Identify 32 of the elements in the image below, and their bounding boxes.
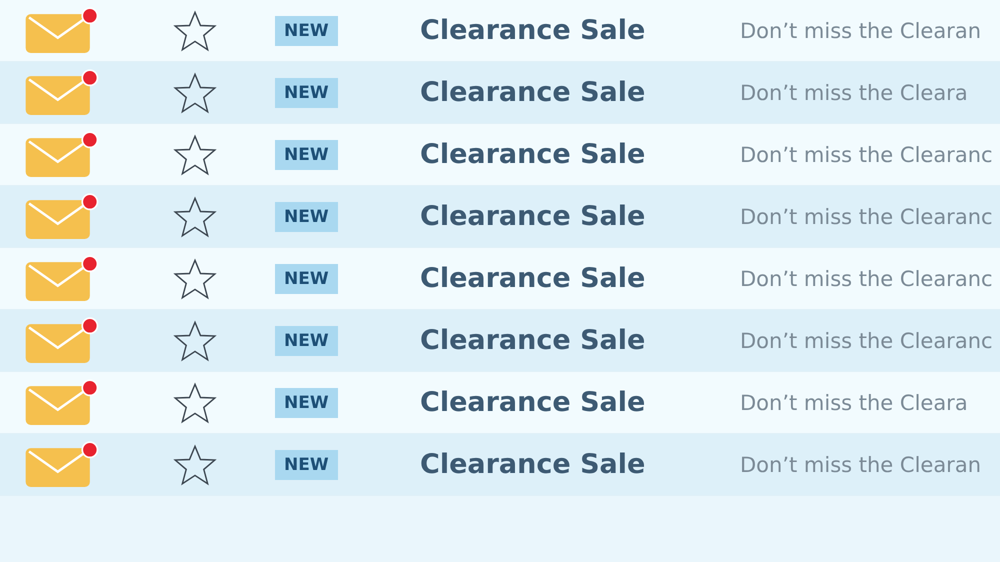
email-subject[interactable]: Clearance Sale	[420, 201, 740, 232]
star-icon[interactable]	[173, 444, 217, 486]
email-preview: Don’t miss the Clearanc	[740, 266, 993, 290]
email-subject[interactable]: Clearance Sale	[420, 449, 740, 480]
email-preview: Don’t miss the Clearan	[740, 452, 981, 476]
email-preview: Don’t miss the Cleara	[740, 390, 968, 414]
email-subject[interactable]: Clearance Sale	[420, 263, 740, 294]
email-preview: Don’t miss the Clearanc	[740, 204, 993, 228]
new-badge: NEW	[275, 140, 338, 170]
email-subject[interactable]: Clearance Sale	[420, 325, 740, 356]
new-badge: NEW	[275, 264, 338, 294]
star-icon[interactable]	[173, 72, 217, 114]
email-preview: Don’t miss the Cleara	[740, 80, 968, 104]
new-badge: NEW	[275, 388, 338, 418]
email-subject[interactable]: Clearance Sale	[420, 15, 740, 46]
star-icon[interactable]	[173, 382, 217, 424]
star-icon[interactable]	[173, 134, 217, 176]
email-subject[interactable]: Clearance Sale	[420, 77, 740, 108]
email-preview: Don’t miss the Clearan	[740, 18, 981, 42]
email-preview: Don’t miss the Clearanc	[740, 328, 993, 352]
new-badge: NEW	[275, 202, 338, 232]
new-badge: NEW	[275, 16, 338, 46]
star-icon[interactable]	[173, 196, 217, 238]
star-icon[interactable]	[173, 10, 217, 52]
star-icon[interactable]	[173, 258, 217, 300]
new-badge: NEW	[275, 326, 338, 356]
email-preview: Don’t miss the Clearanc	[740, 142, 993, 166]
email-subject[interactable]: Clearance Sale	[420, 139, 740, 170]
new-badge: NEW	[275, 450, 338, 480]
email-subject[interactable]: Clearance Sale	[420, 387, 740, 418]
star-icon[interactable]	[173, 320, 217, 362]
new-badge: NEW	[275, 78, 338, 108]
